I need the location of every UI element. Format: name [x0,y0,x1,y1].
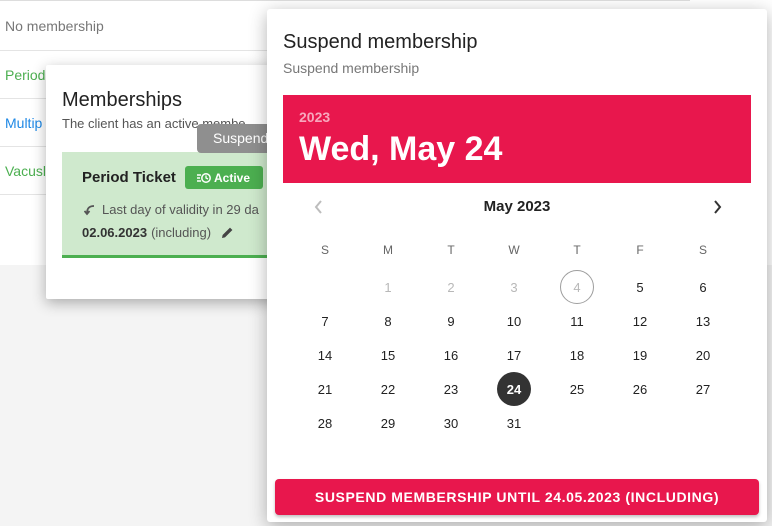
validity-end: 02.06.2023 (including) [82,225,234,240]
calendar-day[interactable]: 19 [623,338,657,372]
memberships-title: Memberships [62,89,183,111]
validity-end-suffix: (including) [151,225,212,240]
calendar-day[interactable]: 6 [686,270,720,304]
calendar-day[interactable]: 9 [434,304,468,338]
calendar-day: 4 [560,270,594,304]
calendar-day[interactable]: 16 [434,338,468,372]
calendar-day[interactable]: 10 [497,304,531,338]
calendar-day[interactable]: 21 [308,372,342,406]
list-item-label: Period [5,66,46,83]
calendar-day-grid: 1 2 3 4 5 6 7 8 9 10 11 12 13 14 15 16 17 18 19 20 21 22 23 24 2… [267,9,767,449]
calendar-day[interactable]: 24 [497,372,531,406]
calendar-day[interactable]: 23 [434,372,468,406]
edit-pencil-icon[interactable] [221,226,234,239]
calendar-day[interactable]: 18 [560,338,594,372]
calendar-day[interactable]: 8 [371,304,405,338]
list-item-label: No membership [5,17,104,34]
validity-info: Last day of validity in 29 da [84,202,259,217]
calendar-day[interactable]: 29 [371,406,405,440]
suspend-membership-dialog: Suspend membership Suspend membership 20… [267,9,767,522]
return-arrow-icon [84,204,95,215]
calendar-day[interactable]: 5 [623,270,657,304]
active-clock-icon [197,172,211,183]
calendar-day[interactable]: 22 [371,372,405,406]
status-badge: Active [185,166,263,189]
calendar-day[interactable]: 7 [308,304,342,338]
list-item-label: Vacusl [5,162,46,179]
validity-end-date: 02.06.2023 [82,225,148,240]
calendar-day[interactable]: 27 [686,372,720,406]
calendar-day[interactable]: 31 [497,406,531,440]
calendar-day: 2 [447,279,455,295]
calendar-day[interactable]: 20 [686,338,720,372]
calendar-day: 3 [510,279,518,295]
membership-name: Period Ticket [82,169,176,186]
calendar-day[interactable]: 15 [371,338,405,372]
calendar-day: 1 [384,279,392,295]
validity-text: Last day of validity in 29 da [102,202,259,217]
calendar-day[interactable]: 13 [686,304,720,338]
calendar-day[interactable]: 26 [623,372,657,406]
status-badge-label: Active [214,170,251,185]
calendar-day[interactable]: 25 [560,372,594,406]
calendar-day[interactable]: 11 [560,304,594,338]
suspend-membership-button[interactable]: SUSPEND MEMBERSHIP UNTIL 24.05.2023 (INC… [275,479,759,515]
calendar-day[interactable]: 30 [434,406,468,440]
calendar-day[interactable]: 28 [308,406,342,440]
calendar-day[interactable]: 14 [308,338,342,372]
list-item-label: Multip [5,114,43,131]
calendar-day[interactable]: 17 [497,338,531,372]
calendar-day[interactable]: 12 [623,304,657,338]
